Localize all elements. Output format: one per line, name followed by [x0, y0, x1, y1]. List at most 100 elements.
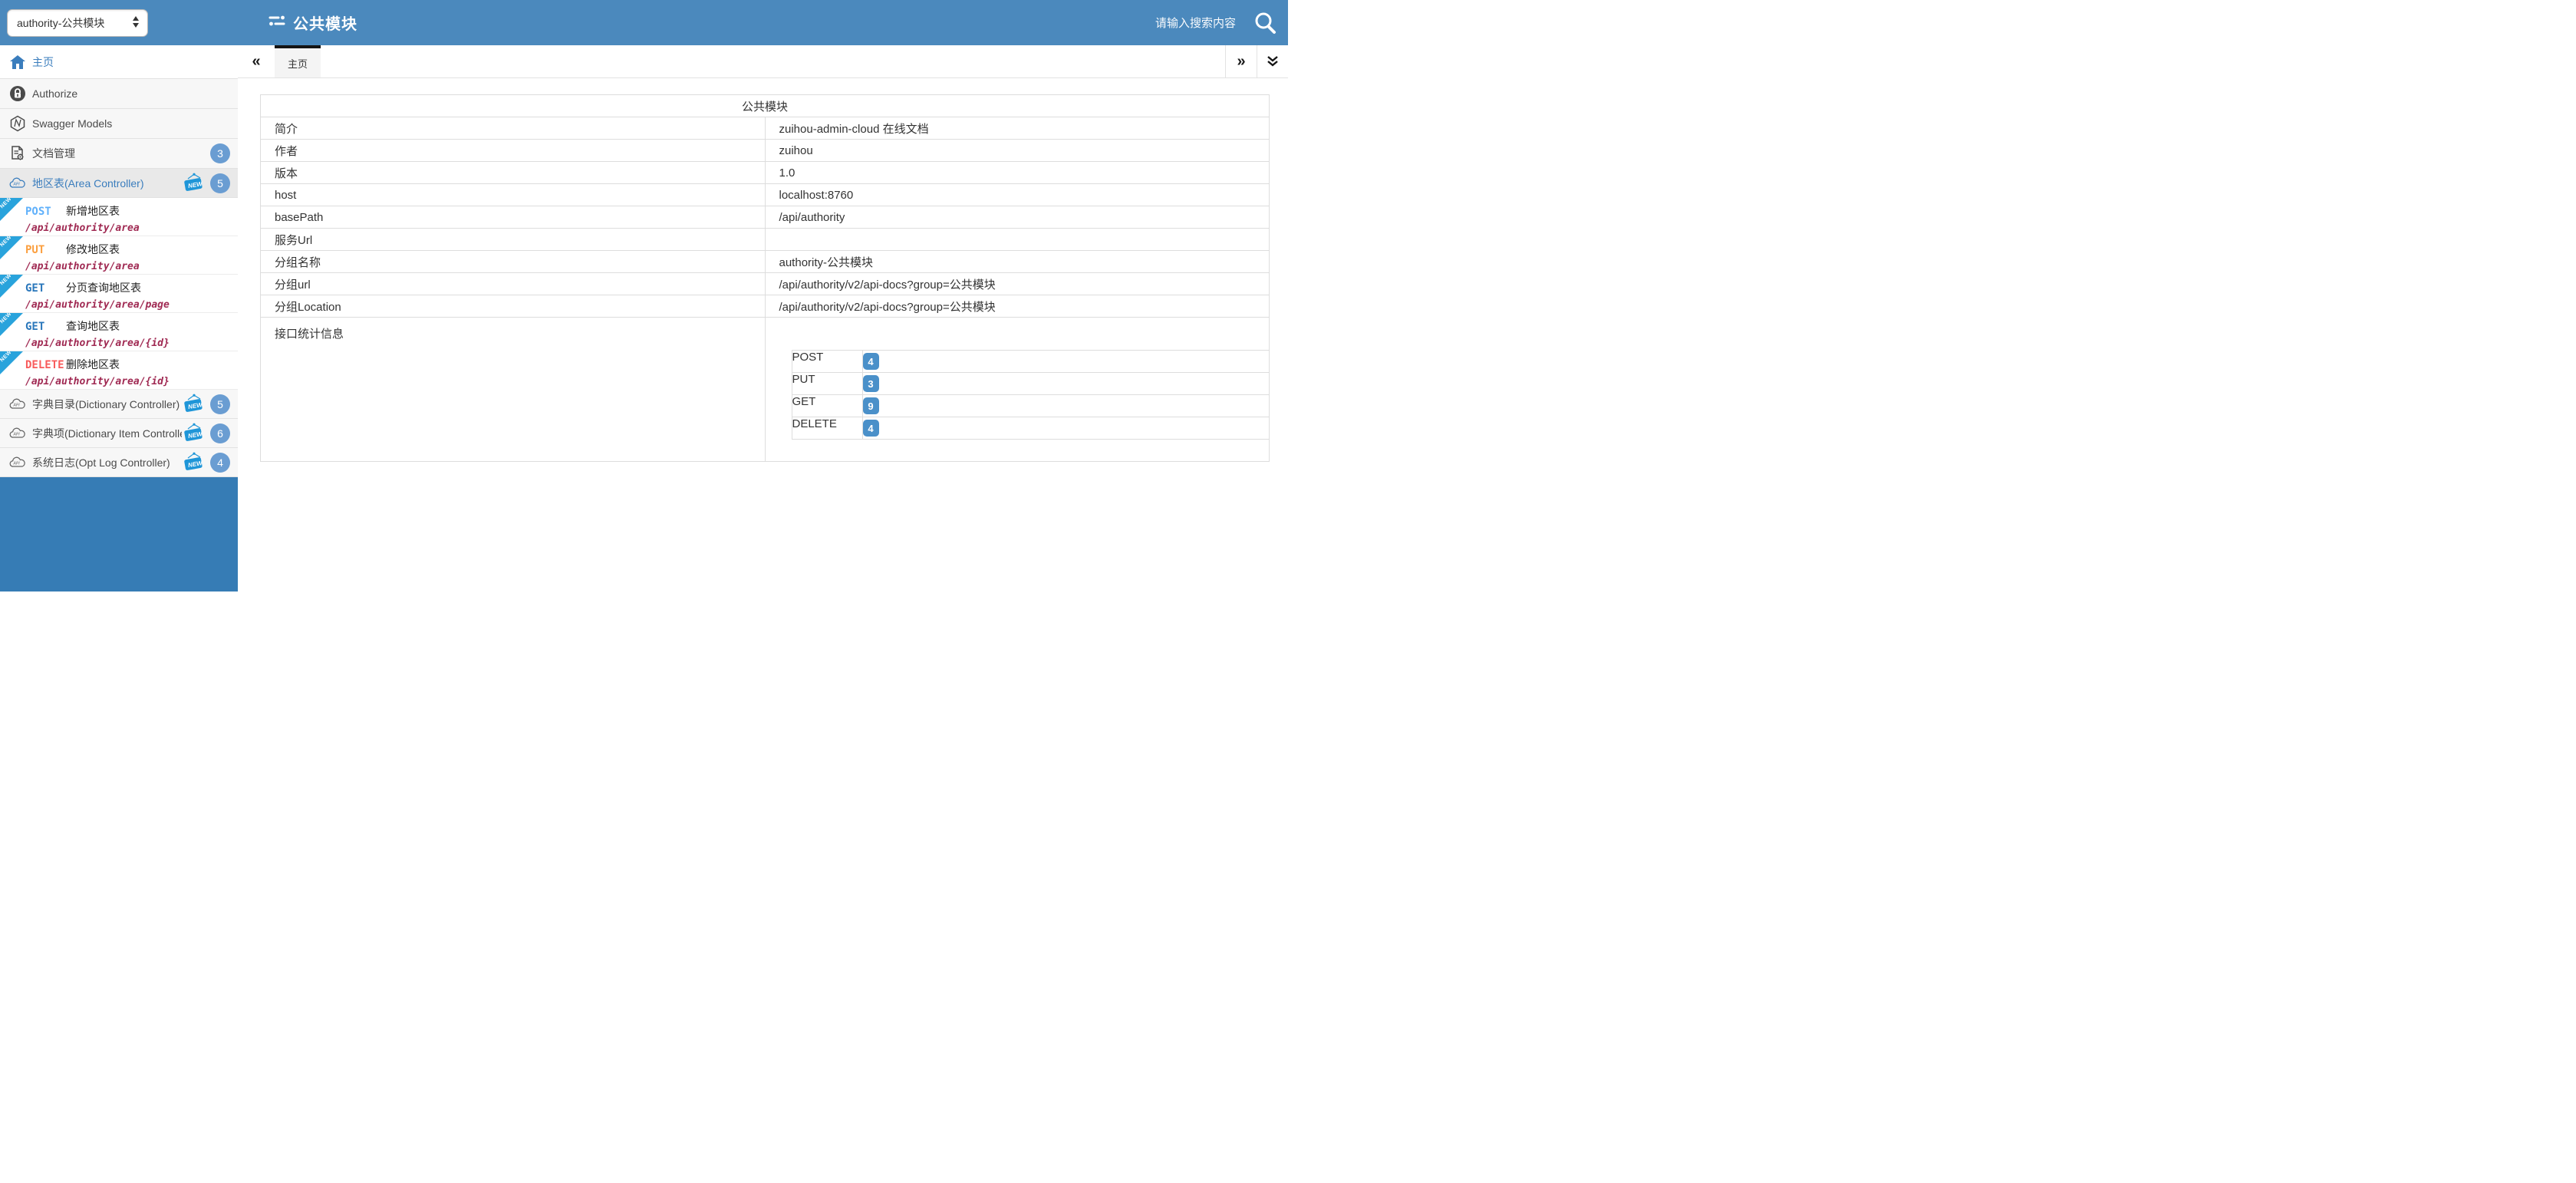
- operation-name: 新增地区表: [66, 203, 120, 219]
- stats-cell: POST 4 PUT 3 GET 9: [765, 318, 1270, 462]
- models-hexagon-icon: [9, 115, 26, 132]
- row-value: zuihou: [765, 140, 1270, 162]
- table-row: 简介 zuihou-admin-cloud 在线文档: [261, 117, 1270, 140]
- tab-bar: « 主页 »: [238, 45, 1288, 78]
- operation-get-area[interactable]: NEW GET 查询地区表 /api/authority/area/{id}: [0, 313, 238, 351]
- brand-icon: [268, 12, 286, 34]
- table-row: host localhost:8760: [261, 184, 1270, 206]
- tab-home[interactable]: 主页: [275, 45, 321, 77]
- row-label: 分组名称: [261, 251, 766, 273]
- tabs-scroll-right-icon[interactable]: »: [1225, 45, 1257, 77]
- count-badge: 5: [210, 173, 230, 193]
- sidebar-item-doc-manage[interactable]: 文档管理 3: [0, 139, 238, 169]
- sidebar-item-dictionary-controller[interactable]: API 字典目录(Dictionary Controller) NEW 5: [0, 390, 238, 419]
- sidebar-item-dictionary-item-controller[interactable]: API 字典项(Dictionary Item Controller) NEW …: [0, 419, 238, 448]
- sidebar-item-label: 系统日志(Opt Log Controller): [32, 455, 182, 470]
- table-title: 公共模块: [261, 95, 1270, 117]
- tabs-collapse-all-icon[interactable]: [1257, 45, 1288, 77]
- row-label: basePath: [261, 206, 766, 229]
- sidebar-item-area-controller[interactable]: API 地区表(Area Controller) NEW 5: [0, 169, 238, 198]
- lock-icon: [9, 85, 26, 102]
- sidebar-item-opt-log-controller[interactable]: API 系统日志(Opt Log Controller) NEW 4: [0, 448, 238, 477]
- count-badge: 3: [210, 143, 230, 163]
- svg-text:API: API: [13, 182, 21, 186]
- api-cloud-icon: API: [9, 425, 26, 442]
- operation-update-area[interactable]: NEW PUT 修改地区表 /api/authority/area: [0, 236, 238, 275]
- row-value: /api/authority/v2/api-docs?group=公共模块: [765, 273, 1270, 295]
- table-row: 分组名称 authority-公共模块: [261, 251, 1270, 273]
- method-label: POST: [25, 206, 66, 218]
- sidebar-item-label: Authorize: [32, 87, 230, 100]
- sidebar: 主页 Authorize Swagger Models: [0, 45, 238, 592]
- operation-path: /api/authority/area/{id}: [25, 376, 235, 387]
- sidebar-item-authorize[interactable]: Authorize: [0, 79, 238, 109]
- new-sign-icon: NEW: [182, 423, 205, 443]
- new-ribbon-icon: NEW: [0, 275, 23, 298]
- search-icon[interactable]: [1253, 11, 1277, 35]
- table-row: 分组Location /api/authority/v2/api-docs?gr…: [261, 295, 1270, 318]
- table-row: 公共模块: [261, 95, 1270, 117]
- stats-method: DELETE: [792, 417, 862, 440]
- method-label: GET: [25, 321, 66, 333]
- brand: 公共模块: [268, 0, 357, 45]
- header-search[interactable]: 请输入搜索内容: [1155, 0, 1236, 45]
- api-cloud-icon: API: [9, 396, 26, 413]
- sidebar-item-home[interactable]: 主页: [0, 45, 238, 79]
- stats-table-row: DELETE 4: [792, 417, 1270, 440]
- select-arrows-icon: [133, 16, 140, 28]
- home-icon: [9, 54, 26, 71]
- method-label: PUT: [25, 244, 66, 256]
- row-value: /api/authority: [765, 206, 1270, 229]
- row-label: 版本: [261, 162, 766, 184]
- row-value: [765, 229, 1270, 251]
- content-area: 公共模块 简介 zuihou-admin-cloud 在线文档 作者 zuiho…: [238, 78, 1288, 462]
- group-select[interactable]: authority-公共模块: [7, 9, 148, 37]
- stats-method: POST: [792, 351, 862, 373]
- operation-path: /api/authority/area: [25, 222, 235, 234]
- stat-count-badge: 4: [863, 353, 879, 370]
- row-value: zuihou-admin-cloud 在线文档: [765, 117, 1270, 140]
- page-title: 公共模块: [293, 12, 357, 34]
- sidebar-filler: [0, 477, 238, 592]
- operation-name: 删除地区表: [66, 357, 120, 372]
- row-label: 作者: [261, 140, 766, 162]
- operation-name: 分页查询地区表: [66, 280, 141, 295]
- sidebar-item-label: 文档管理: [32, 146, 210, 161]
- method-label: DELETE: [25, 359, 66, 371]
- stats-method: PUT: [792, 373, 862, 395]
- operation-delete-area[interactable]: NEW DELETE 删除地区表 /api/authority/area/{id…: [0, 351, 238, 390]
- row-label: 服务Url: [261, 229, 766, 251]
- stats-table-row: GET 9: [792, 395, 1270, 417]
- tab-label: 主页: [288, 56, 308, 71]
- operation-page-area[interactable]: NEW GET 分页查询地区表 /api/authority/area/page: [0, 275, 238, 313]
- row-label: 分组url: [261, 273, 766, 295]
- search-placeholder: 请输入搜索内容: [1155, 15, 1236, 31]
- sidebar-item-swagger-models[interactable]: Swagger Models: [0, 109, 238, 139]
- sidebar-item-label: Swagger Models: [32, 117, 230, 130]
- count-badge: 4: [210, 453, 230, 473]
- operation-path: /api/authority/area/{id}: [25, 338, 235, 349]
- count-badge: 5: [210, 394, 230, 414]
- new-ribbon-icon: NEW: [0, 351, 23, 374]
- row-value: localhost:8760: [765, 184, 1270, 206]
- document-settings-icon: [9, 145, 26, 162]
- sidebar-item-label: 主页: [32, 54, 230, 70]
- operation-add-area[interactable]: NEW POST 新增地区表 /api/authority/area: [0, 198, 238, 236]
- stats-table: POST 4 PUT 3 GET 9: [792, 350, 1270, 440]
- new-ribbon-icon: NEW: [0, 313, 23, 336]
- row-label: host: [261, 184, 766, 206]
- row-label: 接口统计信息: [261, 318, 766, 462]
- table-row: 服务Url: [261, 229, 1270, 251]
- tabs-scroll-left-icon[interactable]: «: [238, 45, 275, 77]
- sidebar-item-label: 字典目录(Dictionary Controller): [32, 397, 182, 412]
- table-row: 分组url /api/authority/v2/api-docs?group=公…: [261, 273, 1270, 295]
- operation-path: /api/authority/area: [25, 261, 235, 272]
- group-select-value: authority-公共模块: [17, 15, 104, 31]
- operation-list: NEW POST 新增地区表 /api/authority/area NEW P…: [0, 198, 238, 390]
- new-sign-icon: NEW: [182, 452, 205, 473]
- row-value: authority-公共模块: [765, 251, 1270, 273]
- api-cloud-icon: API: [9, 454, 26, 471]
- stat-count-badge: 4: [863, 420, 879, 437]
- stats-table-row: PUT 3: [792, 373, 1270, 395]
- stat-count-badge: 9: [863, 397, 879, 414]
